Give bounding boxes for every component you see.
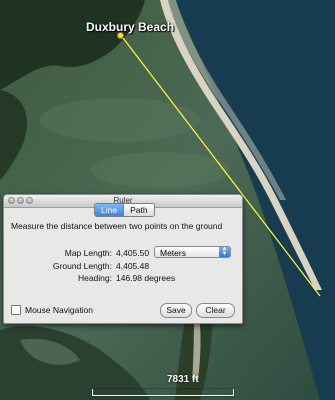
heading-value: 146.98 degrees xyxy=(116,273,176,283)
map-length-label: Map Length: xyxy=(64,248,112,258)
scale-bar xyxy=(92,389,234,396)
save-button[interactable]: Save xyxy=(160,303,192,318)
heading-label: Heading: xyxy=(77,273,112,283)
ground-length-value: 4,405.48 xyxy=(116,261,150,271)
mouse-navigation-checkbox[interactable]: Mouse Navigation xyxy=(11,305,93,315)
ruler-window: Ruler Line Path Measure the distance bet… xyxy=(3,194,243,324)
unit-select-value: Meters xyxy=(160,248,186,258)
ruler-description: Measure the distance between two points … xyxy=(11,221,223,231)
place-label[interactable]: Duxbury Beach xyxy=(86,20,174,34)
checkbox-icon[interactable] xyxy=(11,305,21,315)
measure-mode-tabs: Line Path xyxy=(94,203,155,217)
map-length-value: 4,405.50 xyxy=(116,248,150,258)
ground-length-label: Ground Length: xyxy=(52,261,112,271)
tab-path[interactable]: Path xyxy=(123,204,154,216)
unit-select[interactable]: Meters ▲ ▼ xyxy=(154,246,231,258)
mouse-navigation-label: Mouse Navigation xyxy=(25,305,94,315)
scale-label: 7831 ft xyxy=(167,374,199,385)
clear-button[interactable]: Clear xyxy=(196,303,235,318)
chevron-updown-icon: ▲ ▼ xyxy=(219,246,230,257)
tab-line[interactable]: Line xyxy=(95,204,124,216)
